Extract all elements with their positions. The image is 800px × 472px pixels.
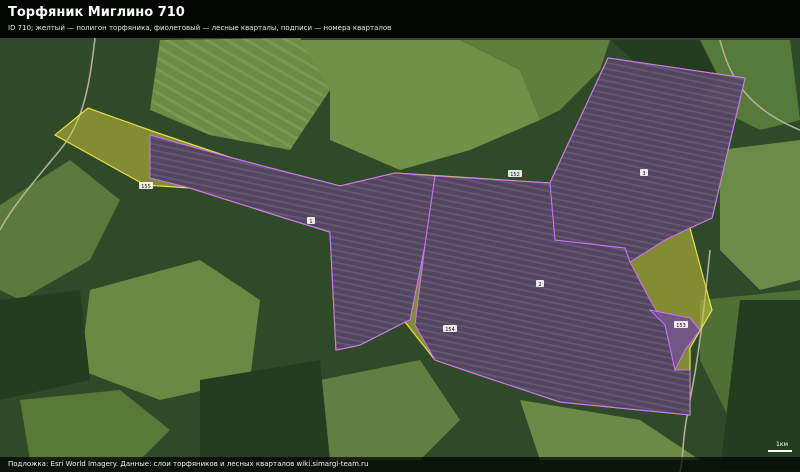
quarter-label-152: 152 — [508, 170, 522, 178]
svg-text:155: 155 — [141, 184, 151, 190]
map-header: Торфяник Миглино 710 ID 710; желтый — по… — [0, 0, 800, 38]
svg-text:2: 2 — [538, 282, 541, 288]
quarter-label-153: 153 — [674, 321, 688, 329]
satellite-map[interactable]: 1км 155 1 152 2 3 154 153 — [0, 0, 800, 472]
quarter-label-155: 155 — [139, 182, 153, 190]
quarter-label-2: 2 — [536, 280, 544, 288]
quarter-label-154: 154 — [443, 325, 457, 333]
svg-text:1: 1 — [309, 219, 312, 225]
svg-text:153: 153 — [676, 323, 686, 329]
map-subtitle: ID 710; желтый — полигон торфяника, фиол… — [8, 24, 392, 32]
quarter-label-3: 3 — [640, 169, 648, 177]
svg-text:154: 154 — [445, 327, 455, 333]
scale-label: 1км — [776, 441, 788, 448]
map-title: Торфяник Миглино 710 — [8, 5, 185, 20]
quarter-label-1: 1 — [307, 217, 315, 225]
attribution-text: Подложка: Esri World Imagery. Данные: сл… — [8, 460, 369, 468]
svg-text:152: 152 — [510, 172, 520, 178]
map-viewport[interactable]: 1км 155 1 152 2 3 154 153 Торфяник Мигли… — [0, 0, 800, 472]
svg-text:3: 3 — [642, 171, 645, 177]
attribution-bar: Подложка: Esri World Imagery. Данные: сл… — [0, 457, 800, 472]
